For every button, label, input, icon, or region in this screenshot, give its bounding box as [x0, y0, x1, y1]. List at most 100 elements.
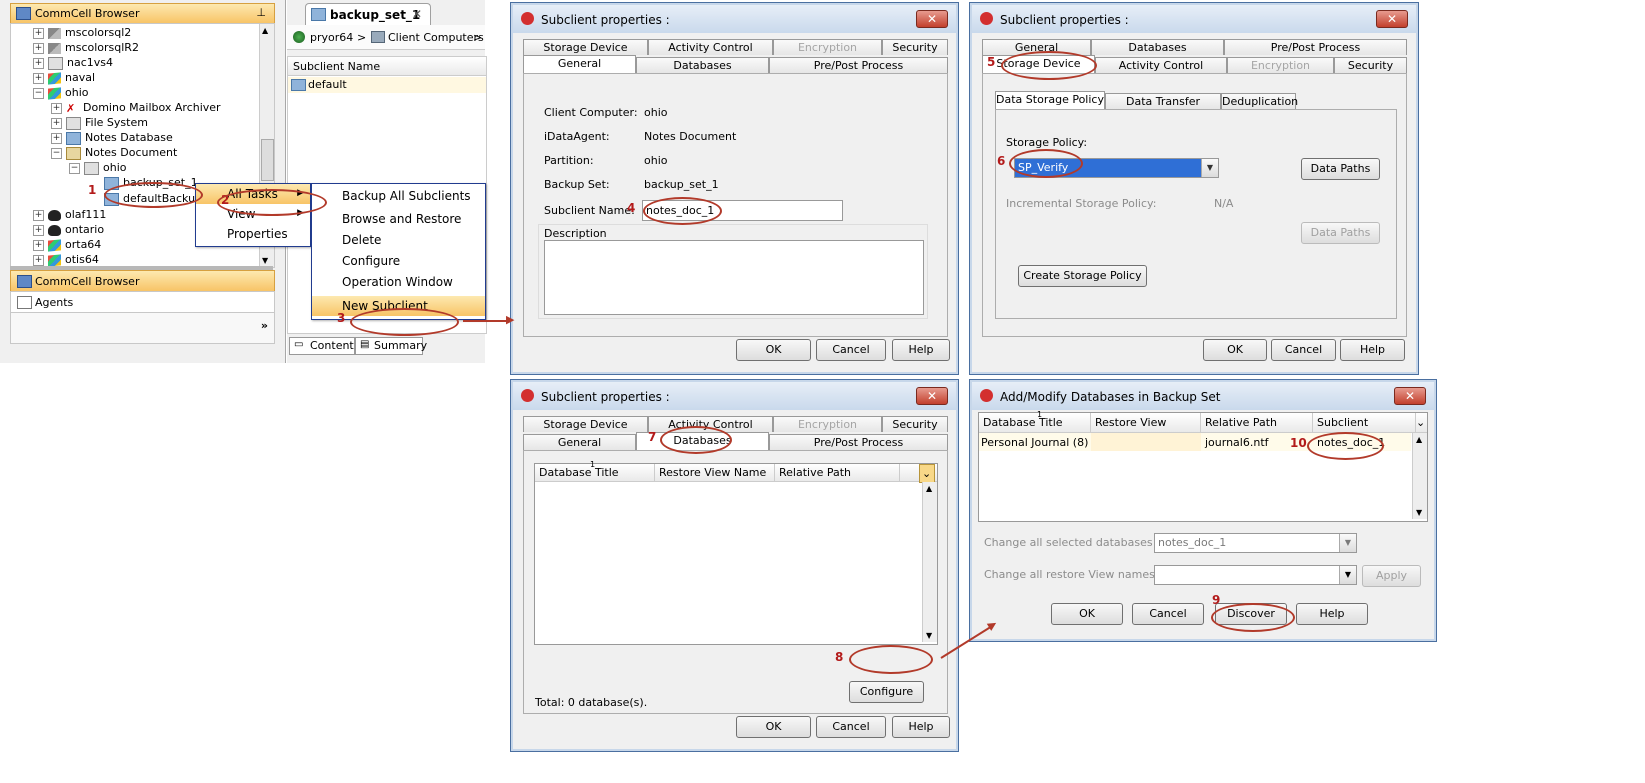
- expand-icon[interactable]: +: [33, 224, 44, 236]
- menu-item-configure[interactable]: Configure: [312, 251, 485, 271]
- table-header[interactable]: Subclient Name: [288, 57, 486, 76]
- tab-databases[interactable]: Databases: [636, 57, 769, 73]
- nav-commcell-browser[interactable]: CommCell Browser: [10, 270, 275, 292]
- tab-security[interactable]: Security: [882, 39, 948, 55]
- tab-general[interactable]: General: [523, 55, 636, 73]
- tab-storage-device[interactable]: Storage Device: [523, 39, 648, 55]
- dialog-titlebar[interactable]: Subclient properties : ✕: [513, 5, 956, 33]
- cell-restore-view-name[interactable]: [1091, 433, 1201, 451]
- nav-agents[interactable]: Agents: [10, 291, 275, 313]
- menu-item-properties[interactable]: Properties: [196, 224, 310, 244]
- tree-item-ohio-instance[interactable]: − ohio: [69, 161, 127, 176]
- column-chooser-icon[interactable]: ⌄: [919, 464, 935, 483]
- expand-icon[interactable]: +: [33, 72, 44, 84]
- expand-icon[interactable]: +: [51, 102, 62, 114]
- expand-icon[interactable]: +: [51, 132, 62, 144]
- data-paths-button[interactable]: Data Paths: [1301, 158, 1380, 180]
- tab-summary[interactable]: ▤ Summary: [355, 337, 427, 355]
- column-chooser-icon[interactable]: ⌄: [1415, 413, 1425, 432]
- close-icon[interactable]: ✕: [412, 7, 422, 21]
- tab-activity-control[interactable]: Activity Control: [648, 39, 773, 55]
- help-button[interactable]: Help: [1296, 603, 1368, 625]
- column-restore-view-name[interactable]: Restore View Name: [1091, 413, 1201, 448]
- tree-item-domino-mailbox-archiver[interactable]: + ✗ Domino Mailbox Archiver: [51, 101, 221, 116]
- tree-item-notes-document[interactable]: − Notes Document: [51, 146, 177, 161]
- table-row[interactable]: default: [288, 77, 486, 93]
- scroll-up-icon[interactable]: ▲: [926, 484, 932, 493]
- menu-item-operation-window[interactable]: Operation Window: [312, 272, 485, 292]
- pin-icon[interactable]: ⊥: [256, 6, 266, 19]
- menu-item-browse-restore[interactable]: Browse and Restore: [312, 209, 485, 229]
- tab-pre-post-process[interactable]: Pre/Post Process: [1224, 39, 1407, 55]
- column-restore-view-name[interactable]: Restore View Name: [655, 464, 775, 481]
- tree-item-ohio[interactable]: − ohio: [33, 86, 89, 101]
- expand-icon[interactable]: +: [51, 117, 62, 129]
- cancel-button[interactable]: Cancel: [1132, 603, 1204, 625]
- column-database-title[interactable]: Database Title 1: [979, 410, 1091, 432]
- tree-item-file-system[interactable]: + File System: [51, 116, 148, 131]
- tree-item-naval[interactable]: + naval: [33, 71, 95, 86]
- scroll-down-icon[interactable]: ▼: [926, 631, 932, 640]
- expand-icon[interactable]: +: [33, 57, 44, 69]
- cancel-button[interactable]: Cancel: [816, 716, 886, 738]
- help-button[interactable]: Help: [892, 339, 950, 361]
- close-button[interactable]: ✕: [916, 10, 948, 28]
- configure-button[interactable]: Configure: [849, 681, 924, 703]
- table-scrollbar[interactable]: ▲ ▼: [922, 482, 937, 642]
- scroll-up-icon[interactable]: ▲: [262, 26, 268, 35]
- column-database-title[interactable]: Database Title 1: [535, 460, 655, 481]
- change-selected-select[interactable]: notes_doc_1 ▼: [1154, 533, 1357, 553]
- tab-databases[interactable]: Databases: [1091, 39, 1224, 55]
- column-subclient[interactable]: Subclient: [1313, 413, 1416, 432]
- tab-pre-post-process[interactable]: Pre/Post Process: [769, 57, 948, 73]
- close-button[interactable]: ✕: [1376, 10, 1408, 28]
- expand-icon[interactable]: +: [33, 239, 44, 251]
- tree-item-nac1vs4[interactable]: + nac1vs4: [33, 56, 113, 71]
- close-button[interactable]: ✕: [1394, 387, 1426, 405]
- chevron-down-icon[interactable]: ▼: [1339, 566, 1356, 584]
- chevron-down-icon[interactable]: ▼: [1201, 159, 1218, 177]
- subtab-data-storage-policy[interactable]: Data Storage Policy: [995, 91, 1105, 109]
- tab-storage-device[interactable]: Storage Device: [523, 416, 648, 432]
- menu-item-delete[interactable]: Delete: [312, 230, 485, 250]
- menu-item-backup-all[interactable]: Backup All Subclients: [312, 186, 485, 206]
- help-button[interactable]: Help: [1340, 339, 1405, 361]
- create-storage-policy-button[interactable]: Create Storage Policy: [1018, 265, 1147, 287]
- column-relative-path[interactable]: Relative Path: [775, 464, 900, 481]
- tab-activity-control[interactable]: Activity Control: [1095, 57, 1227, 73]
- collapse-icon[interactable]: −: [69, 162, 80, 174]
- tab-content[interactable]: ▭ Content: [289, 337, 355, 355]
- expand-icon[interactable]: +: [33, 42, 44, 54]
- tab-backup-set-1[interactable]: backup_set_1 ✕: [305, 3, 431, 26]
- change-restore-select[interactable]: ▼: [1154, 565, 1357, 585]
- tree-item-mscolorsql2[interactable]: + mscolorsql2: [33, 26, 131, 41]
- ok-button[interactable]: OK: [1051, 603, 1123, 625]
- expand-icon[interactable]: +: [33, 27, 44, 39]
- dialog-titlebar[interactable]: Subclient properties : ✕: [972, 5, 1416, 33]
- tree-item-ontario[interactable]: + ontario: [33, 223, 104, 238]
- breadcrumb-host[interactable]: pryor64: [310, 31, 353, 44]
- ok-button[interactable]: OK: [1203, 339, 1267, 361]
- cancel-button[interactable]: Cancel: [1271, 339, 1336, 361]
- expand-icon[interactable]: +: [33, 254, 44, 266]
- help-button[interactable]: Help: [892, 716, 950, 738]
- tab-general[interactable]: General: [523, 434, 636, 450]
- tab-security[interactable]: Security: [1334, 57, 1407, 73]
- tree-item-orta64[interactable]: + orta64: [33, 238, 101, 253]
- cancel-button[interactable]: Cancel: [816, 339, 886, 361]
- more-icon[interactable]: »: [261, 319, 268, 332]
- collapse-icon[interactable]: −: [51, 147, 62, 159]
- dialog-titlebar[interactable]: Subclient properties : ✕: [513, 382, 956, 410]
- close-button[interactable]: ✕: [916, 387, 948, 405]
- table-scrollbar[interactable]: ▲ ▼: [1412, 433, 1427, 519]
- tab-security[interactable]: Security: [882, 416, 948, 432]
- collapse-icon[interactable]: −: [33, 87, 44, 99]
- expand-icon[interactable]: +: [33, 209, 44, 221]
- subtab-data-transfer-option[interactable]: Data Transfer Option: [1105, 93, 1221, 123]
- description-textarea[interactable]: [544, 240, 924, 315]
- chevron-down-icon[interactable]: ▼: [1339, 534, 1356, 552]
- scroll-thumb[interactable]: [261, 139, 274, 181]
- scroll-up-icon[interactable]: ▲: [1416, 435, 1422, 444]
- subtab-deduplication[interactable]: Deduplication: [1221, 93, 1298, 109]
- ok-button[interactable]: OK: [736, 339, 811, 361]
